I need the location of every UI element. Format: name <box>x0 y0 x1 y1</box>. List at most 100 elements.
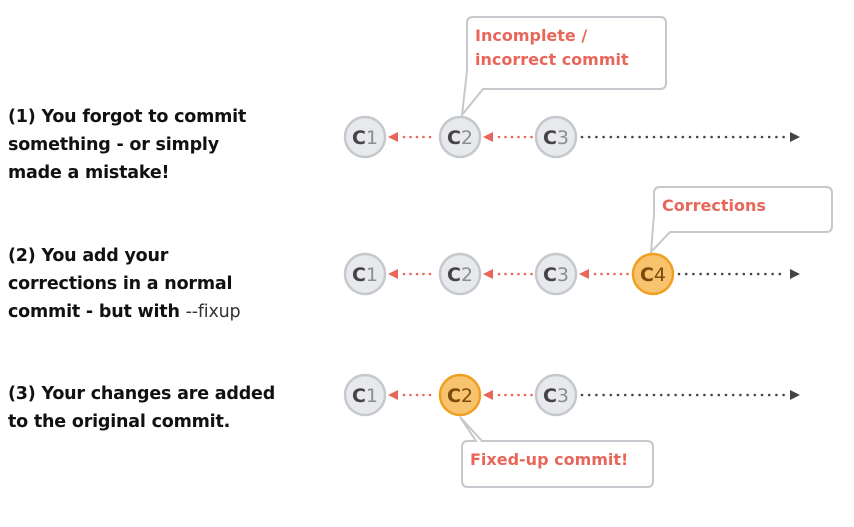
timeline-dot <box>767 135 771 139</box>
timeline-dot <box>497 393 501 397</box>
timeline-dot <box>626 272 629 276</box>
timeline-dot <box>667 393 670 397</box>
timeline-dot <box>703 393 706 397</box>
timeline-dot <box>645 135 649 139</box>
commit-label: C1 <box>352 127 378 149</box>
timeline-dot <box>717 393 721 397</box>
timeline-dot <box>760 135 764 139</box>
timeline-dot <box>674 135 677 139</box>
timeline-dot <box>717 135 721 139</box>
callout-text: Corrections <box>662 196 766 215</box>
timeline-dot <box>677 272 681 276</box>
parent-arrow-icon <box>388 269 398 279</box>
timeline-dot <box>530 135 533 139</box>
timeline-dot <box>731 393 735 397</box>
timeline-dot <box>742 272 746 276</box>
timeline-dot <box>735 272 738 276</box>
commit-label: C3 <box>543 264 569 286</box>
timeline-dot <box>616 393 620 397</box>
timeline-dot <box>616 135 620 139</box>
timeline-dot <box>623 135 627 139</box>
timeline-dot <box>767 393 771 397</box>
timeline-dot <box>623 393 627 397</box>
timeline-dot <box>724 135 728 139</box>
timeline-dot <box>764 272 767 276</box>
timeline-dot <box>775 135 778 139</box>
timeline-dot <box>510 135 514 139</box>
commit-label: C3 <box>543 127 569 149</box>
commit-label: C1 <box>352 385 378 407</box>
timeline-dot <box>638 135 641 139</box>
commit-label: C3 <box>543 385 569 407</box>
commit-label: C2 <box>447 127 473 149</box>
timeline-dot <box>739 135 742 139</box>
parent-arrow-icon <box>388 390 398 400</box>
timeline-dot <box>593 272 597 276</box>
timeline-dot <box>631 393 634 397</box>
timeline-arrow-icon <box>790 390 800 400</box>
timeline-dot <box>684 272 688 276</box>
timeline-dot <box>587 393 591 397</box>
timeline-dot <box>674 393 677 397</box>
timeline-dot <box>681 135 685 139</box>
timeline-dot <box>523 135 527 139</box>
timeline-dot <box>409 135 412 139</box>
timeline-dot <box>428 135 432 139</box>
timeline-dot <box>504 272 507 276</box>
parent-arrow-icon <box>483 390 493 400</box>
timeline-dot <box>409 393 412 397</box>
timeline-dot <box>667 135 670 139</box>
commit-diagram: Incomplete / incorrect commit C1 C2 C3 Correc… <box>343 16 833 488</box>
timeline-arrow-icon <box>790 269 800 279</box>
timeline-dot <box>739 393 742 397</box>
timeline-dot <box>606 272 610 276</box>
timeline-dot <box>645 393 649 397</box>
timeline-dot <box>523 272 527 276</box>
timeline-dot <box>728 272 731 276</box>
timeline-dot <box>692 272 695 276</box>
timeline-dot <box>731 135 735 139</box>
timeline-dot <box>497 135 501 139</box>
timeline-dot <box>497 272 501 276</box>
timeline-dot <box>760 393 764 397</box>
callout-text: Fixed-up commit! <box>470 450 628 469</box>
timeline-dot <box>782 135 785 139</box>
timeline-dot <box>504 393 507 397</box>
timeline-dot <box>724 393 728 397</box>
timeline-dot <box>681 393 685 397</box>
timeline-dot <box>631 135 634 139</box>
timeline-dot <box>756 272 760 276</box>
timeline-dot <box>775 393 778 397</box>
timeline-dot <box>703 135 706 139</box>
timeline-dot <box>778 272 782 276</box>
commit-label: C2 <box>447 264 473 286</box>
timeline-dot <box>415 393 419 397</box>
parent-arrow-icon <box>579 269 589 279</box>
timeline-dot <box>710 135 713 139</box>
callout-text: Incomplete / <box>475 26 587 45</box>
timeline-dot <box>530 393 533 397</box>
parent-arrow-icon <box>483 269 493 279</box>
timeline-dot <box>652 393 656 397</box>
timeline-dot <box>753 135 757 139</box>
timeline-dot <box>659 135 663 139</box>
timeline-dot <box>510 393 514 397</box>
timeline-dot <box>602 135 605 139</box>
timeline-dot <box>619 272 623 276</box>
parent-arrow-icon <box>388 132 398 142</box>
timeline-dot <box>517 272 520 276</box>
timeline-dot <box>652 135 656 139</box>
timeline-dot <box>695 135 699 139</box>
timeline-dot <box>688 135 692 139</box>
timeline-dot <box>517 393 520 397</box>
timeline-dot <box>595 393 598 397</box>
timeline-dot <box>595 135 598 139</box>
timeline-dot <box>713 272 717 276</box>
timeline-dot <box>771 272 774 276</box>
timeline-dot <box>409 272 412 276</box>
timeline-dot <box>609 135 613 139</box>
commit-label: C2 <box>447 385 473 407</box>
timeline-dot <box>402 135 406 139</box>
timeline-dot <box>422 272 425 276</box>
commit-label: C1 <box>352 264 378 286</box>
